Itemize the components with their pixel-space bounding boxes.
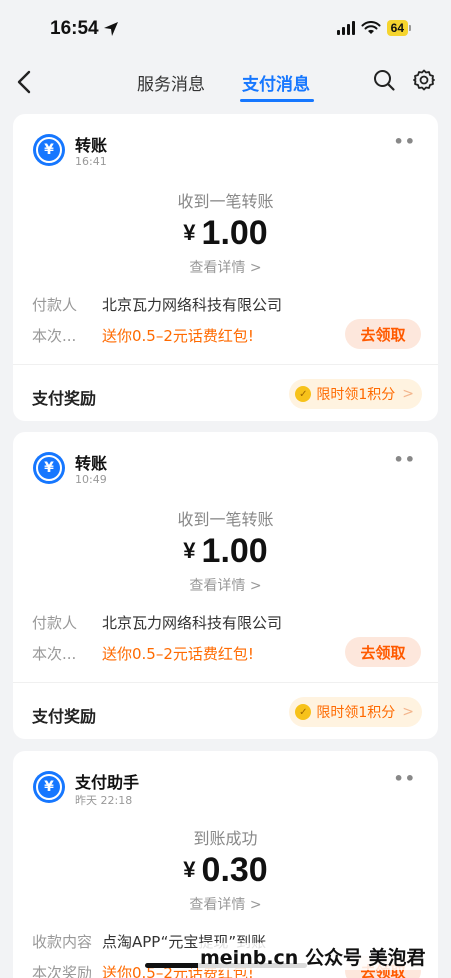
gear-icon[interactable]	[412, 68, 436, 92]
transfer-icon: ¥	[33, 134, 65, 166]
row-value: 北京瓦力网络科技有限公司	[102, 614, 283, 632]
currency-symbol: ¥	[183, 220, 196, 245]
transfer-icon: ¥	[33, 452, 65, 484]
points-pill[interactable]: ✓ 限时领1积分 >	[289, 697, 422, 727]
status-bar: 16:54 64	[0, 0, 451, 62]
tab-payment-messages[interactable]: 支付消息	[242, 70, 310, 95]
payment-assistant-icon: ¥	[33, 771, 65, 803]
tab-service-messages[interactable]: 服务消息	[137, 70, 205, 95]
chevron-right-icon: >	[402, 386, 414, 402]
divider	[13, 364, 438, 365]
coin-icon: ✓	[295, 386, 312, 402]
currency-symbol: ¥	[183, 857, 196, 882]
view-details-link[interactable]: 查看详情 >	[13, 894, 438, 914]
payment-reward-label: 支付奖励	[32, 389, 97, 408]
row-label: 付款人	[32, 296, 78, 314]
card-time: 16:41	[75, 155, 107, 168]
row-label: 本次奖励	[32, 964, 93, 978]
cellular-signal-icon	[336, 21, 355, 35]
row-value: 北京瓦力网络科技有限公司	[102, 296, 283, 314]
amount-value: 1.00	[201, 532, 268, 570]
nav-bar: 服务消息 支付消息	[0, 62, 451, 106]
amount-value: 0.30	[201, 851, 268, 889]
message-card[interactable]: ¥ 转账 16:41 •• 收到一笔转账 ¥1.00 查看详情 > 付款人 北京瓦…	[13, 114, 438, 421]
claim-button[interactable]: 去领取	[345, 319, 421, 349]
status-indicators: 64	[336, 20, 411, 36]
points-pill[interactable]: ✓ 限时领1积分 >	[289, 379, 422, 409]
more-options-icon[interactable]: ••	[394, 132, 416, 151]
claim-button[interactable]: 去领取	[345, 637, 421, 667]
more-options-icon[interactable]: ••	[394, 769, 416, 788]
amount: ¥1.00	[13, 532, 438, 571]
promo-row: 本次... 送你0.5–2元话费红包!	[32, 643, 254, 664]
more-options-icon[interactable]: ••	[394, 450, 416, 469]
wifi-icon	[361, 21, 381, 34]
promo-row: 本次... 送你0.5–2元话费红包!	[32, 325, 254, 346]
row-label: 本次...	[32, 645, 77, 663]
location-arrow-icon	[104, 22, 118, 36]
status-time: 16:54	[50, 18, 99, 39]
payer-row: 付款人 北京瓦力网络科技有限公司	[32, 294, 282, 315]
active-tab-indicator	[240, 99, 314, 102]
battery-level: 64	[386, 20, 408, 36]
promo-text: 送你0.5–2元话费红包!	[102, 327, 254, 345]
payer-row: 付款人 北京瓦力网络科技有限公司	[32, 612, 282, 633]
points-pill-label: 限时领1积分	[316, 705, 396, 721]
card-headline: 收到一笔转账	[177, 510, 274, 529]
card-headline: 到账成功	[193, 829, 258, 848]
view-details-link[interactable]: 查看详情 >	[13, 575, 438, 595]
card-headline: 收到一笔转账	[177, 192, 274, 211]
row-label: 付款人	[32, 614, 78, 632]
card-time: 10:49	[75, 473, 107, 486]
amount-value: 1.00	[201, 214, 268, 252]
view-details-link[interactable]: 查看详情 >	[13, 257, 438, 277]
amount: ¥1.00	[13, 214, 438, 253]
points-pill-label: 限时领1积分	[316, 387, 396, 403]
card-title: 支付助手	[75, 773, 140, 792]
row-label: 本次...	[32, 327, 77, 345]
currency-symbol: ¥	[183, 538, 196, 563]
row-label: 收款内容	[32, 933, 93, 951]
back-arrow-icon[interactable]	[14, 68, 36, 96]
battery-icon: 64	[386, 20, 411, 36]
coin-icon: ✓	[295, 704, 312, 720]
message-card[interactable]: ¥ 转账 10:49 •• 收到一笔转账 ¥1.00 查看详情 > 付款人 北京瓦…	[13, 432, 438, 739]
promo-text: 送你0.5–2元话费红包!	[102, 645, 254, 663]
payment-reward-label: 支付奖励	[32, 707, 97, 726]
watermark: meinb.cn 公众号 美泡君	[198, 943, 428, 970]
divider	[13, 682, 438, 683]
card-title: 转账	[75, 454, 108, 473]
card-title: 转账	[75, 136, 108, 155]
chevron-right-icon: >	[402, 704, 414, 720]
amount: ¥0.30	[13, 851, 438, 890]
card-time: 昨天 22:18	[75, 794, 133, 807]
search-icon[interactable]	[372, 68, 396, 92]
